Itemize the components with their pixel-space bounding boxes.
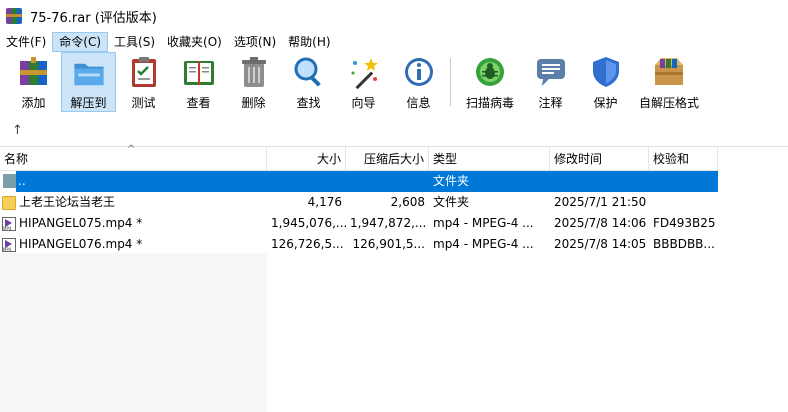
- cell-type: mp4 - MPEG-4 ...: [433, 216, 534, 230]
- wizard-wand-icon: [351, 58, 378, 89]
- wizard-button-label: 向导: [351, 96, 376, 110]
- window-title: 75-76.rar (评估版本): [30, 10, 157, 26]
- list-empty-area-right[interactable]: [267, 253, 788, 412]
- cell-crc: [649, 171, 718, 192]
- cell-modified: 2025/7/8 14:05: [554, 237, 647, 251]
- menu-bar: 文件(F) 命令(C) 工具(S) 收藏夹(O) 选项(N) 帮助(H): [0, 32, 788, 52]
- sfx-button-label: 自解压格式: [638, 96, 699, 110]
- sort-caret-icon: ^: [127, 144, 136, 155]
- clipboard-test-icon: [131, 57, 156, 87]
- cell-size: [267, 171, 346, 192]
- info-button[interactable]: 信息: [391, 52, 446, 112]
- table-row[interactable]: 上老王论坛当老王 4,176 2,608 文件夹 2025/7/1 21:50: [0, 192, 718, 213]
- cell-name: ..: [16, 171, 267, 192]
- cell-crc: FD493B25: [653, 216, 716, 230]
- table-row-parent[interactable]: .. 文件夹: [16, 171, 718, 192]
- comment-button[interactable]: 注释: [523, 52, 578, 112]
- add-button[interactable]: 添加: [6, 52, 61, 112]
- list-empty-area[interactable]: [0, 253, 267, 412]
- cell-type: mp4 - MPEG-4 ...: [433, 237, 534, 251]
- menu-options[interactable]: 选项(N): [228, 32, 282, 52]
- column-header-size[interactable]: 大小: [267, 147, 346, 171]
- cell-packed: [346, 171, 429, 192]
- cell-type: 文件夹: [433, 174, 470, 188]
- cell-crc: [649, 192, 718, 213]
- column-header-crc[interactable]: 校验和: [649, 147, 718, 171]
- sfx-button[interactable]: 自解压格式: [633, 52, 705, 112]
- file-list: ^ 名称 大小 压缩后大小 类型 修改时间 校验和 .. 文件夹 上老王论坛当老…: [0, 144, 788, 412]
- parent-folder-icon: [3, 174, 16, 188]
- table-row[interactable]: HIPANGEL076.mp4 * 126,726,5... 126,901,5…: [0, 234, 718, 255]
- cell-packed: 126,901,5...: [352, 237, 425, 251]
- scan-virus-button[interactable]: 扫描病毒: [457, 52, 523, 112]
- delete-button[interactable]: 删除: [226, 52, 281, 112]
- scan-virus-button-label: 扫描病毒: [465, 96, 514, 110]
- magnifier-icon: [294, 57, 321, 87]
- test-button-label: 测试: [131, 96, 156, 110]
- delete-button-label: 删除: [241, 96, 266, 110]
- protect-button-label: 保护: [593, 96, 618, 110]
- cell-crc: BBBDBB...: [653, 237, 715, 251]
- table-row[interactable]: HIPANGEL075.mp4 * 1,945,076,... 1,947,87…: [0, 213, 718, 234]
- column-header-name-label: 名称: [4, 152, 29, 166]
- extract-to-button-label: 解压到: [70, 96, 107, 110]
- cell-size: 126,726,5...: [271, 237, 344, 251]
- info-icon: [404, 58, 433, 86]
- path-bar: ↑: [0, 116, 788, 144]
- column-header-type[interactable]: 类型: [429, 147, 550, 171]
- list-header: ^ 名称 大小 压缩后大小 类型 修改时间 校验和: [0, 144, 718, 171]
- shield-icon: [592, 57, 619, 87]
- comment-button-label: 注释: [538, 96, 563, 110]
- menu-help[interactable]: 帮助(H): [282, 32, 336, 52]
- cell-name: 上老王论坛当老王: [0, 192, 267, 213]
- view-button-label: 查看: [186, 96, 211, 110]
- column-header-name[interactable]: ^ 名称: [0, 144, 267, 171]
- folder-extract-icon: [73, 63, 104, 86]
- sfx-box-icon: [655, 58, 683, 85]
- cell-modified: 2025/7/8 14:06: [554, 216, 647, 230]
- find-button-label: 查找: [296, 96, 321, 110]
- column-header-modified[interactable]: 修改时间: [550, 147, 649, 171]
- row-name: HIPANGEL075.mp4 *: [19, 216, 143, 230]
- cell-packed: 1,947,872,...: [350, 216, 427, 230]
- cell-modified: 2025/7/1 21:50: [554, 195, 647, 209]
- up-arrow-icon[interactable]: ↑: [12, 123, 23, 138]
- cell-name: HIPANGEL075.mp4 *: [0, 213, 267, 234]
- title-bar: 75-76.rar (评估版本): [0, 0, 788, 32]
- test-button[interactable]: 测试: [116, 52, 171, 112]
- comment-icon: [536, 59, 565, 86]
- winrar-app-icon: [6, 8, 22, 24]
- book-view-icon: [183, 61, 214, 85]
- cell-name: HIPANGEL076.mp4 *: [0, 234, 267, 255]
- row-name: ..: [18, 174, 26, 188]
- row-name: HIPANGEL076.mp4 *: [19, 237, 143, 251]
- wizard-button[interactable]: 向导: [336, 52, 391, 112]
- menu-favorites[interactable]: 收藏夹(O): [161, 32, 228, 52]
- extract-to-button[interactable]: 解压到: [61, 52, 116, 112]
- toolbar: 添加 解压到 测试 查看 删除 查找 向导 信息 扫描病毒 注释 保护 自解压格…: [0, 52, 788, 114]
- add-button-label: 添加: [21, 96, 46, 110]
- menu-file[interactable]: 文件(F): [0, 32, 52, 52]
- cell-modified: [550, 171, 649, 192]
- view-button[interactable]: 查看: [171, 52, 226, 112]
- trash-icon: [241, 57, 266, 87]
- toolbar-separator: [450, 58, 451, 106]
- column-header-packed[interactable]: 压缩后大小: [346, 147, 429, 171]
- mp4-file-icon: [2, 216, 16, 231]
- menu-commands[interactable]: 命令(C): [52, 32, 109, 52]
- virus-scan-icon: [476, 58, 504, 86]
- cell-size: 1,945,076,...: [271, 216, 346, 230]
- protect-button[interactable]: 保护: [578, 52, 633, 112]
- books-add-icon: [19, 57, 47, 85]
- menu-tools[interactable]: 工具(S): [108, 32, 161, 52]
- find-button[interactable]: 查找: [281, 52, 336, 112]
- row-name: 上老王论坛当老王: [19, 195, 116, 209]
- cell-packed: 2,608: [390, 195, 425, 209]
- cell-size: 4,176: [307, 195, 342, 209]
- folder-icon: [2, 195, 16, 210]
- mp4-file-icon: [2, 237, 16, 252]
- info-button-label: 信息: [406, 96, 431, 110]
- cell-type: 文件夹: [433, 195, 470, 209]
